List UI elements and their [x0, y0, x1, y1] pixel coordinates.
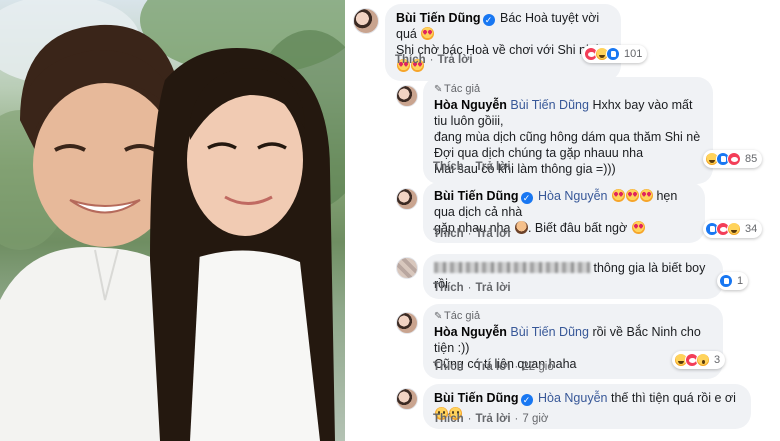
reaction-count-number: 101	[624, 48, 643, 60]
reply-item: ✎ Tác giả Hòa Nguyễn Bùi Tiến Dũng Hxhx b…	[345, 75, 780, 184]
like-link[interactable]: Thích	[433, 228, 464, 240]
author-badge: ✎ Tác giả	[434, 310, 481, 322]
like-link[interactable]: Thích	[433, 361, 464, 373]
mention-link[interactable]: Hòa Nguyễn	[538, 189, 608, 203]
comment-header-line: Hòa Nguyễn Bùi Tiến Dũng rồi về Bắc Ninh…	[434, 324, 712, 356]
wow-reaction-icon	[696, 353, 710, 367]
heart-eyes-emoji-icon	[631, 221, 645, 234]
reaction-count[interactable]: 85	[703, 150, 763, 168]
comment-author[interactable]: Hòa Nguyễn	[434, 98, 507, 112]
verified-badge-icon: ✓	[482, 14, 495, 26]
reply-link[interactable]: Trả lời	[438, 54, 473, 66]
comment-text-line: Đợi qua dịch chúng ta gặp nhauu nha	[434, 146, 644, 160]
avatar[interactable]	[396, 85, 418, 107]
verified-badge-icon: ✓	[520, 192, 533, 204]
comment-header-line: Bùi Tiến Dũng ✓ Bác Hoà tuyệt vời quá	[396, 10, 610, 42]
comment-author[interactable]: Bùi Tiến Dũng	[434, 189, 519, 203]
reaction-count[interactable]: 1	[717, 272, 749, 290]
reply-link[interactable]: Trả lời	[476, 413, 511, 425]
comments-panel: Bùi Tiến Dũng ✓ Bác Hoà tuyệt vời quá Shi…	[345, 0, 780, 441]
love-reaction-icon	[727, 152, 741, 166]
like-link[interactable]: Thích	[433, 413, 464, 425]
pencil-icon: ✎	[434, 311, 443, 322]
avatar[interactable]	[353, 8, 379, 34]
reply-item: ✎ Tác giả Hòa Nguyễn Bùi Tiến Dũng rồi về…	[345, 302, 780, 379]
comment-header-line: Bùi Tiến Dũng ✓ Hòa Nguyễn hẹn qua dịch c…	[434, 188, 694, 220]
reply-link[interactable]: Trả lời	[476, 161, 511, 173]
like-link[interactable]: Thích	[433, 161, 464, 173]
comment-text-line: . Biết đâu bất ngờ	[527, 221, 628, 235]
reaction-count-number: 34	[745, 223, 758, 235]
comment-actions: Thích · Trả lời	[433, 161, 511, 173]
comment-actions: Thích · Trả lời	[433, 228, 511, 240]
comment-author[interactable]: Hòa Nguyễn	[434, 325, 507, 339]
heart-eyes-emoji-icon	[639, 189, 653, 202]
avatar[interactable]	[396, 312, 418, 334]
couple-selfie-photo	[0, 0, 345, 441]
comment-header-line: Hòa Nguyễn Bùi Tiến Dũng Hxhx bay vào mấ…	[434, 97, 702, 129]
reaction-count[interactable]: 34	[703, 220, 763, 238]
like-link[interactable]: Thích	[395, 54, 426, 66]
heart-eyes-emoji-icon	[625, 189, 639, 202]
like-reaction-icon	[606, 47, 620, 61]
comment-author[interactable]: Bùi Tiến Dũng	[434, 391, 519, 405]
reply-item: thông gia là biết boy rồi 1 Thích · Trả lờ…	[345, 250, 780, 302]
comment-actions: Thích · Trả lời · 7 giờ	[433, 413, 549, 425]
reaction-count[interactable]: 101	[582, 45, 648, 63]
pencil-icon: ✎	[434, 84, 443, 95]
avatar[interactable]	[396, 188, 418, 210]
comment-author[interactable]: Bùi Tiến Dũng	[396, 11, 481, 25]
reply-link[interactable]: Trả lời	[476, 282, 511, 294]
verified-badge-icon: ✓	[520, 394, 533, 406]
heart-eyes-emoji-icon	[421, 27, 435, 40]
blurred-author-name	[434, 262, 590, 273]
heart-eyes-emoji-icon	[611, 189, 625, 202]
comment-item: Bùi Tiến Dũng ✓ Bác Hoà tuyệt vời quá Shi…	[345, 0, 780, 81]
comment-actions: Thích · Trả lời	[395, 54, 473, 66]
avatar[interactable]	[396, 257, 418, 279]
comment-actions: Thích · Trả lời · 22 giờ	[433, 361, 555, 373]
haha-reaction-icon	[727, 222, 741, 236]
reaction-count-number: 85	[745, 153, 758, 165]
reaction-count-number: 3	[714, 354, 721, 366]
mention-link[interactable]: Hòa Nguyễn	[538, 391, 608, 405]
comment-timestamp[interactable]: 7 giờ	[522, 413, 548, 425]
reaction-count-number: 1	[737, 275, 744, 287]
reply-item: Bùi Tiến Dũng ✓ Hòa Nguyễn hẹn qua dịch c…	[345, 180, 780, 250]
like-link[interactable]: Thích	[433, 282, 464, 294]
reaction-count[interactable]: 3	[672, 351, 726, 369]
comment-text-line: đang mùa dịch cũng hông dám qua thăm Shi…	[434, 130, 701, 144]
comment-bubble: Bùi Tiến Dũng ✓ Bác Hoà tuyệt vời quá Shi…	[385, 4, 621, 81]
comment-actions: Thích · Trả lời	[433, 282, 511, 294]
reply-link[interactable]: Trả lời	[476, 361, 511, 373]
reply-item: Bùi Tiến Dũng ✓ Hòa Nguyễn thế thì tiện q…	[345, 380, 780, 441]
mention-link[interactable]: Bùi Tiến Dũng	[510, 325, 589, 339]
person-emoji-icon	[514, 221, 528, 234]
author-badge: ✎ Tác giả	[434, 83, 481, 95]
comment-text-line: thế thì tiện quá rồi e ơi	[610, 391, 736, 405]
avatar[interactable]	[396, 388, 418, 410]
reply-link[interactable]: Trả lời	[476, 228, 511, 240]
comment-timestamp[interactable]: 22 giờ	[522, 361, 554, 373]
like-reaction-icon	[719, 274, 733, 288]
mention-link[interactable]: Bùi Tiến Dũng	[510, 98, 589, 112]
